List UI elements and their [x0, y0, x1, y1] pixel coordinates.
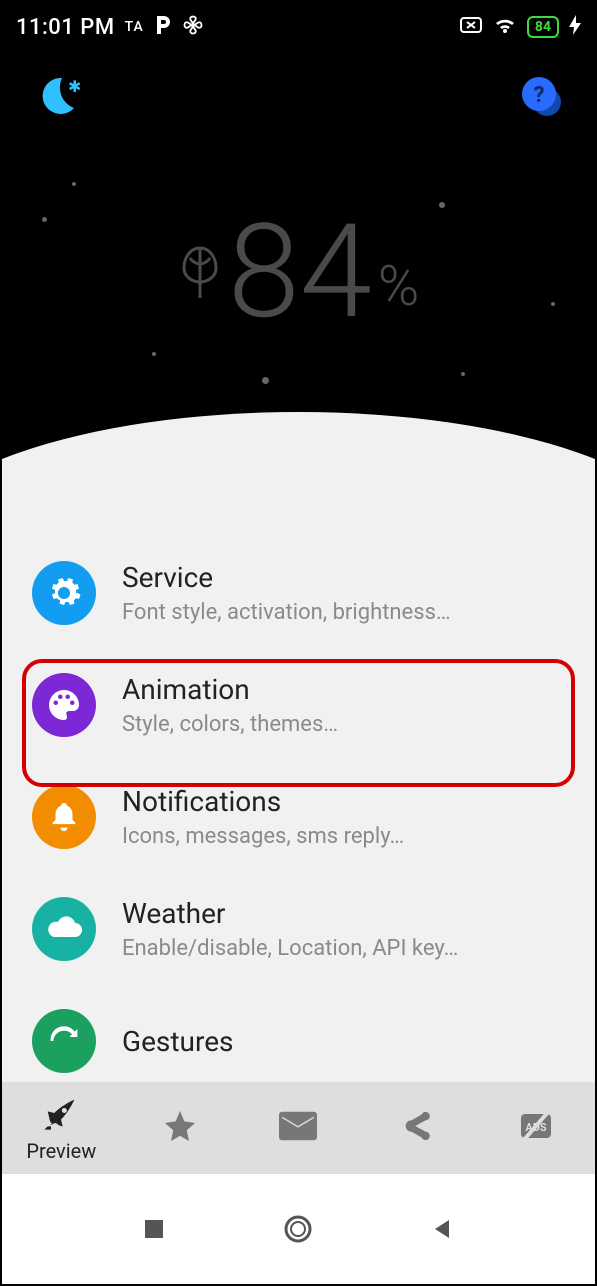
- gear-icon: [32, 561, 96, 625]
- svg-text:?: ?: [534, 83, 545, 108]
- star-icon: [162, 1108, 198, 1148]
- palette-icon: [32, 673, 96, 737]
- list-item-weather[interactable]: Weather Enable/disable, Location, API ke…: [16, 873, 581, 985]
- item-desc: Enable/disable, Location, API key…: [122, 936, 458, 961]
- leaf-icon: [178, 240, 222, 304]
- item-desc: Icons, messages, sms reply…: [122, 824, 404, 849]
- item-desc: Style, colors, themes…: [122, 712, 338, 737]
- nav-home-button[interactable]: [278, 1209, 318, 1249]
- list-item-notifications[interactable]: Notifications Icons, messages, sms reply…: [16, 761, 581, 873]
- battery-pill: 84: [527, 16, 559, 38]
- item-title: Weather: [122, 897, 458, 930]
- item-title: Animation: [122, 673, 338, 706]
- tab-share[interactable]: [358, 1109, 477, 1147]
- clock-text: 11:01 PM: [16, 15, 115, 40]
- bell-icon: [32, 785, 96, 849]
- tab-preview[interactable]: Preview: [2, 1093, 121, 1163]
- cloud-icon: [32, 897, 96, 961]
- fan-app-icon: [182, 14, 204, 40]
- help-button[interactable]: ?: [517, 72, 565, 120]
- item-title: Service: [122, 561, 451, 594]
- battery-pill-text: 84: [535, 19, 551, 35]
- svg-text:✱: ✱: [68, 77, 80, 96]
- ads-off-icon: ADS: [517, 1107, 555, 1149]
- battery-value: 84: [228, 207, 372, 337]
- mail-icon: [279, 1111, 317, 1145]
- nav-back-button[interactable]: [423, 1209, 463, 1249]
- share-icon: [400, 1109, 434, 1147]
- tab-bar: Preview ADS: [2, 1082, 595, 1174]
- status-bar: 11:01 PM TA 84: [2, 2, 595, 52]
- p-app-icon: [154, 14, 172, 40]
- tab-label: Preview: [26, 1139, 96, 1163]
- list-item-animation[interactable]: Animation Style, colors, themes…: [16, 649, 581, 761]
- tab-favorites[interactable]: [121, 1108, 240, 1148]
- list-item-gestures[interactable]: Gestures: [16, 985, 581, 1073]
- tab-messages[interactable]: [239, 1111, 358, 1145]
- nav-recent-button[interactable]: [134, 1209, 174, 1249]
- item-title: Notifications: [122, 785, 404, 818]
- charging-bolt-icon: [569, 15, 581, 39]
- night-mode-button[interactable]: ✱: [32, 72, 80, 120]
- item-title: Gestures: [122, 1025, 234, 1058]
- status-ta-label: TA: [125, 19, 144, 35]
- tab-ads[interactable]: ADS: [476, 1107, 595, 1149]
- wifi-icon: [493, 15, 517, 39]
- battery-unit: %: [378, 253, 419, 319]
- swipe-icon: [32, 1009, 96, 1073]
- no-sim-icon: [459, 15, 483, 39]
- settings-list[interactable]: Service Font style, activation, brightne…: [16, 537, 581, 1088]
- item-desc: Font style, activation, brightness…: [122, 600, 451, 625]
- rocket-icon: [41, 1093, 81, 1137]
- list-item-service[interactable]: Service Font style, activation, brightne…: [16, 537, 581, 649]
- battery-display: 84 %: [2, 207, 595, 337]
- android-nav-bar: [2, 1174, 595, 1284]
